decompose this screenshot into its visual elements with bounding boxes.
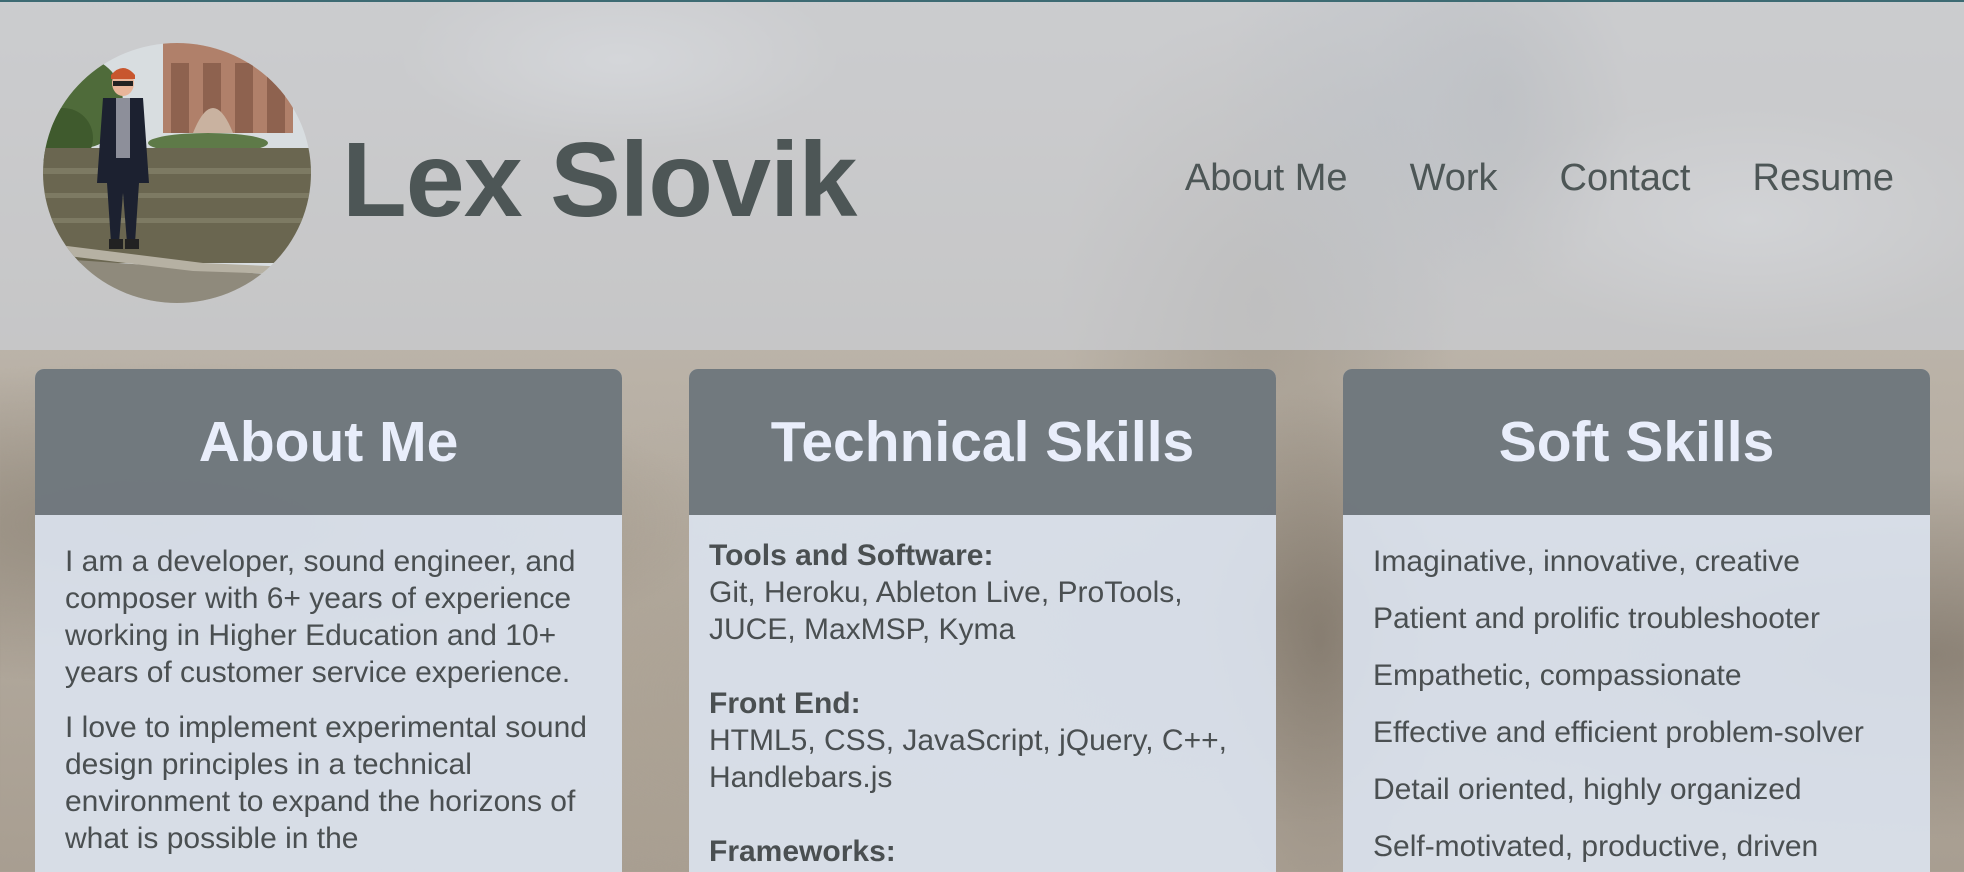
site-header: Lex Slovik About Me Work Contact Resume: [0, 0, 1964, 350]
card-body: Imaginative, innovative, creative Patien…: [1343, 515, 1930, 865]
skill-group: Frameworks:: [709, 833, 1256, 870]
soft-skills-list: Imaginative, innovative, creative Patien…: [1373, 543, 1900, 865]
technical-skills-card: Technical Skills Tools and Software: Git…: [689, 369, 1276, 872]
card-body: I am a developer, sound engineer, and co…: [35, 515, 622, 857]
about-paragraph: I am a developer, sound engineer, and co…: [65, 545, 576, 689]
profile-photo-icon: [43, 43, 311, 303]
nav-work[interactable]: Work: [1410, 150, 1498, 206]
avatar: [43, 43, 311, 303]
card-header: Soft Skills: [1343, 369, 1930, 515]
list-item: Effective and efficient problem-solver: [1373, 716, 1864, 749]
list-item: Detail oriented, highly organized: [1373, 773, 1802, 806]
nav-resume[interactable]: Resume: [1753, 150, 1895, 206]
list-item: Imaginative, innovative, creative: [1373, 545, 1800, 578]
card-title: Technical Skills: [770, 410, 1195, 474]
list-item: Self-motivated, productive, driven: [1373, 830, 1819, 863]
list-item: Empathetic, compassionate: [1373, 659, 1742, 692]
about-me-card: About Me I am a developer, sound enginee…: [35, 369, 622, 872]
skill-group-value: Git, Heroku, Ableton Live, ProTools, JUC…: [709, 576, 1183, 646]
skill-group-label: Frameworks:: [709, 835, 896, 868]
nav-contact[interactable]: Contact: [1560, 150, 1691, 206]
card-body: Tools and Software: Git, Heroku, Ableton…: [689, 515, 1276, 870]
skill-group-value: HTML5, CSS, JavaScript, jQuery, C++, Han…: [709, 724, 1227, 794]
skill-group: Front End: HTML5, CSS, JavaScript, jQuer…: [709, 685, 1256, 796]
site-title: Lex Slovik: [342, 121, 857, 239]
skill-group-label: Front End:: [709, 687, 861, 720]
main-nav: About Me Work Contact Resume: [1185, 150, 1894, 206]
nav-about-me[interactable]: About Me: [1185, 150, 1348, 206]
card-header: About Me: [35, 369, 622, 515]
card-title: Soft Skills: [1498, 410, 1775, 474]
about-paragraph: I love to implement experimental sound d…: [65, 711, 587, 855]
card-header: Technical Skills: [689, 369, 1276, 515]
soft-skills-card: Soft Skills Imaginative, innovative, cre…: [1343, 369, 1930, 872]
card-title: About Me: [198, 410, 459, 474]
skill-group: Tools and Software: Git, Heroku, Ableton…: [709, 537, 1256, 648]
list-item: Patient and prolific troubleshooter: [1373, 602, 1820, 635]
skill-group-label: Tools and Software:: [709, 539, 994, 572]
